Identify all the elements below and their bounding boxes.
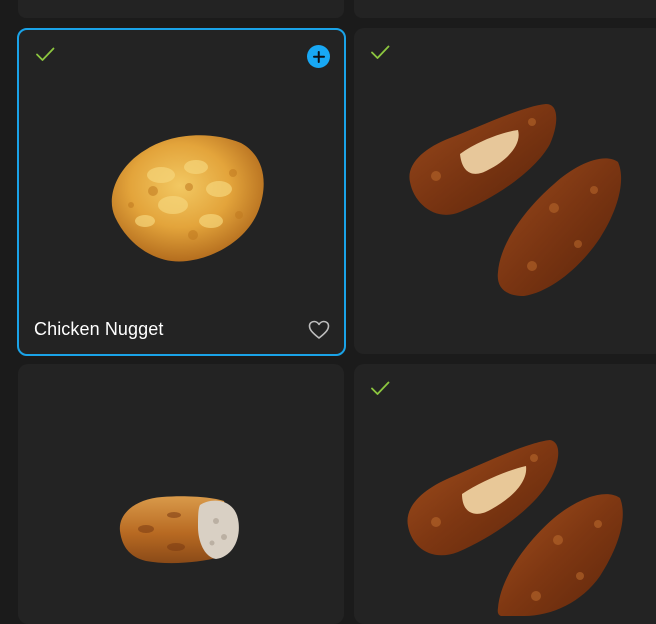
asset-card-chicken-nugget[interactable]: Chicken Nugget bbox=[17, 28, 346, 356]
asset-card-sausage[interactable] bbox=[18, 364, 344, 624]
asset-card-partial-top-right[interactable] bbox=[354, 0, 656, 18]
chicken-nugget-image bbox=[111, 135, 264, 262]
asset-title: Chicken Nugget bbox=[34, 319, 164, 339]
fried-chicken-image bbox=[407, 440, 623, 616]
check-icon bbox=[371, 45, 390, 59]
fried-chicken-image bbox=[409, 104, 622, 296]
heart-icon[interactable] bbox=[308, 320, 330, 340]
sausage-image bbox=[119, 496, 239, 564]
asset-card-fried-chicken-2[interactable] bbox=[354, 364, 656, 624]
asset-grid: Chicken Nugget bbox=[0, 0, 656, 624]
add-to-scene-button[interactable] bbox=[307, 45, 330, 68]
asset-card-fried-chicken-1[interactable] bbox=[354, 28, 656, 354]
check-icon bbox=[371, 381, 390, 395]
check-icon bbox=[36, 47, 55, 61]
asset-card-partial-top-left[interactable] bbox=[18, 0, 344, 18]
